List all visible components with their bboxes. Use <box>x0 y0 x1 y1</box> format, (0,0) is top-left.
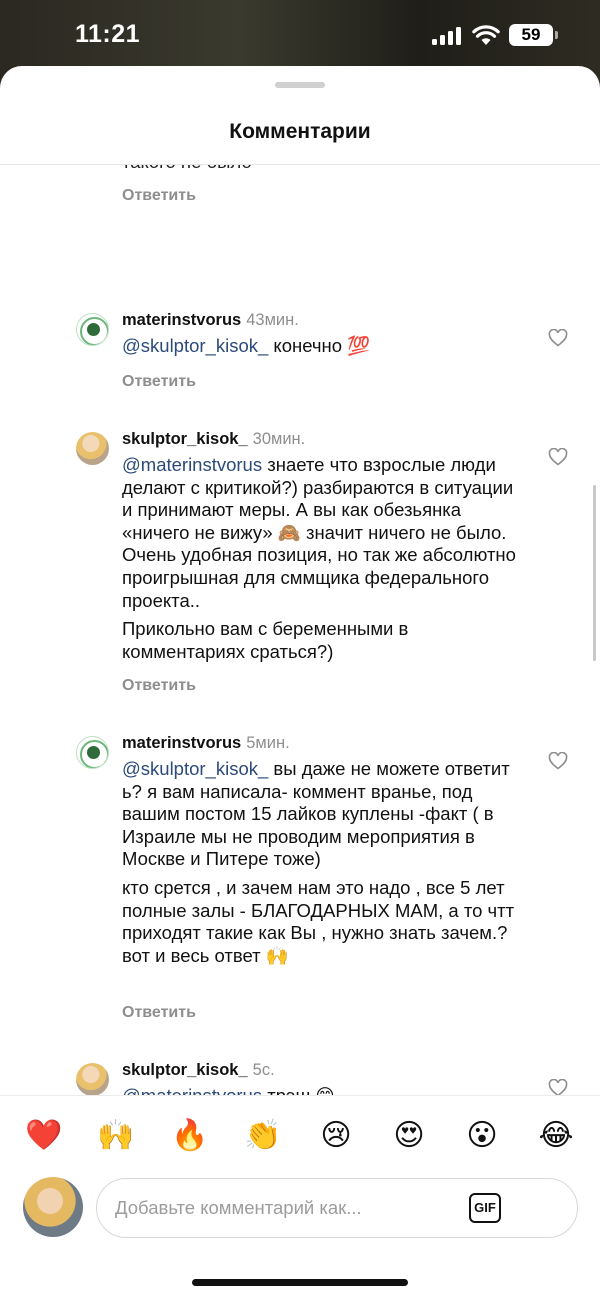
username[interactable]: materinstvorus <box>122 734 241 752</box>
reply-button[interactable]: Ответить <box>122 1004 196 1022</box>
reaction-raised-hands[interactable]: 🙌 <box>94 1114 138 1158</box>
comment-header: skulptor_kisok_ 30мин. <box>122 430 305 449</box>
cellular-signal-icon <box>432 27 462 45</box>
comment-text: знаете что взрослые люди делают с критик… <box>122 454 516 611</box>
reaction-heart-eyes[interactable]: 😍 <box>387 1114 431 1158</box>
avatar[interactable] <box>76 432 109 465</box>
comment-text: кто срется , и зачем нам это надо , все … <box>122 876 515 966</box>
username[interactable]: skulptor_kisok_ <box>122 430 248 448</box>
reaction-heart[interactable]: ❤️ <box>22 1114 66 1158</box>
username[interactable]: skulptor_kisok_ <box>122 1061 248 1079</box>
comment-body: @materinstvorus знаете что взрослые люди… <box>122 454 522 663</box>
comment-text-cut: такого не было <box>122 165 252 173</box>
reaction-surprised[interactable]: 😮 <box>460 1114 504 1158</box>
mention-link[interactable]: @skulptor_kisok_ <box>122 335 268 356</box>
comment-text: Прикольно вам с беременными в комментари… <box>122 618 409 662</box>
wifi-icon <box>472 25 500 45</box>
gif-icon[interactable]: GIF <box>469 1193 501 1223</box>
sheet-title: Комментарии <box>229 120 371 143</box>
sheet-grabber[interactable] <box>275 82 325 88</box>
home-indicator <box>192 1279 408 1286</box>
comment-time: 43мин. <box>246 311 299 329</box>
comment-body: @skulptor_kisok_ конечно 💯 <box>122 335 522 358</box>
avatar[interactable] <box>76 736 109 769</box>
mention-link[interactable]: @materinstvorus <box>122 454 262 475</box>
heart-outline-icon[interactable] <box>548 1079 568 1095</box>
current-user-avatar <box>23 1177 83 1237</box>
comment-input[interactable] <box>96 1178 578 1238</box>
reply-button[interactable]: Ответить <box>122 677 196 695</box>
comment-body: @skulptor_kisok_ вы даже не можете ответ… <box>122 758 522 967</box>
avatar[interactable] <box>76 313 109 346</box>
mention-link[interactable]: @materinstvorus <box>122 1085 262 1095</box>
quick-reactions-bar: ❤️ 🙌 🔥 👏 😢 😍 😮 😂 <box>0 1095 600 1175</box>
heart-outline-icon[interactable] <box>548 329 568 347</box>
comment-text: трэш 😁 <box>262 1085 334 1095</box>
scrollbar[interactable] <box>593 485 596 661</box>
reply-button[interactable]: Ответить <box>122 187 196 205</box>
avatar[interactable] <box>76 1063 109 1095</box>
reaction-clap[interactable]: 👏 <box>241 1114 285 1158</box>
comment-body: @materinstvorus трэш 😁 <box>122 1085 522 1095</box>
reaction-fire[interactable]: 🔥 <box>168 1114 212 1158</box>
comment-header: skulptor_kisok_ 5с. <box>122 1061 275 1080</box>
battery-cap <box>555 31 558 39</box>
heart-outline-icon[interactable] <box>548 752 568 770</box>
battery-icon: 59 <box>509 24 553 46</box>
comment-header: materinstvorus 43мин. <box>122 311 299 330</box>
comment-time: 5с. <box>252 1061 275 1079</box>
comment-composer: GIF <box>0 1171 600 1251</box>
status-bar: 11:21 59 <box>0 0 600 70</box>
heart-outline-icon[interactable] <box>548 448 568 466</box>
status-time: 11:21 <box>75 20 141 48</box>
comments-sheet: Комментарии такого не было Ответить mate… <box>0 66 600 1297</box>
username[interactable]: materinstvorus <box>122 311 241 329</box>
comment-text: конечно 💯 <box>268 335 371 356</box>
mention-link[interactable]: @skulptor_kisok_ <box>122 758 268 779</box>
comment-header: materinstvorus 5мин. <box>122 734 290 753</box>
comment-time: 5мин. <box>246 734 290 752</box>
reaction-crying[interactable]: 😢 <box>314 1114 358 1158</box>
comment-time: 30мин. <box>252 430 306 448</box>
comments-list[interactable]: такого не было Ответить materinstvorus 43… <box>0 165 600 1095</box>
reply-button[interactable]: Ответить <box>122 373 196 391</box>
reaction-laughing[interactable]: 😂 <box>534 1114 578 1158</box>
